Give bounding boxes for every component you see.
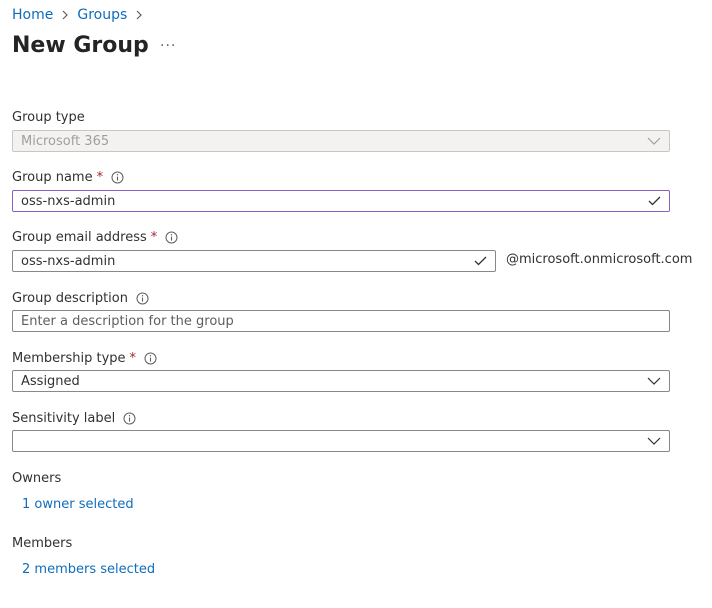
group-type-value: Microsoft 365 [21, 133, 110, 149]
breadcrumb: Home Groups [12, 6, 151, 24]
page-title: New Group [12, 33, 149, 58]
group-name-label: Group name * [12, 168, 124, 186]
required-indicator: * [150, 229, 158, 245]
membership-type-value: Assigned [21, 373, 80, 389]
more-options-button[interactable]: ··· [160, 39, 176, 53]
required-indicator: * [129, 350, 137, 366]
group-name-label-text: Group name [12, 169, 93, 185]
sensitivity-label-dropdown[interactable] [12, 430, 670, 452]
members-label-text: Members [12, 535, 73, 551]
owners-label-text: Owners [12, 470, 62, 486]
checkmark-icon [474, 256, 487, 266]
info-icon[interactable] [136, 292, 149, 305]
group-email-text-input[interactable] [21, 253, 474, 269]
group-type-label-text: Group type [12, 109, 85, 125]
sensitivity-label-label: Sensitivity label [12, 409, 136, 427]
info-icon[interactable] [123, 412, 136, 425]
chevron-down-icon [647, 437, 661, 445]
breadcrumb-home-link[interactable]: Home [12, 7, 53, 23]
required-indicator: * [96, 169, 104, 185]
sensitivity-label-label-text: Sensitivity label [12, 410, 116, 426]
info-icon[interactable] [165, 231, 178, 244]
group-description-label-text: Group description [12, 290, 128, 306]
group-type-label: Group type [12, 108, 85, 126]
group-type-dropdown[interactable]: Microsoft 365 [12, 130, 670, 152]
owners-selected-link[interactable]: 1 owner selected [22, 497, 134, 512]
chevron-right-icon [135, 10, 143, 20]
group-description-label: Group description [12, 289, 149, 307]
group-name-text-input[interactable] [21, 193, 648, 209]
info-icon[interactable] [144, 352, 157, 365]
group-name-input[interactable] [12, 190, 670, 212]
members-selected-link[interactable]: 2 members selected [22, 562, 155, 577]
membership-type-dropdown[interactable]: Assigned [12, 370, 670, 392]
membership-type-label: Membership type * [12, 349, 157, 367]
group-email-label: Group email address * [12, 228, 178, 246]
email-domain-suffix: @microsoft.onmicrosoft.com [506, 252, 693, 267]
breadcrumb-groups-link[interactable]: Groups [77, 7, 127, 23]
group-description-input[interactable] [12, 310, 670, 332]
group-description-text-input[interactable] [21, 313, 661, 329]
checkmark-icon [648, 196, 661, 206]
info-icon[interactable] [111, 171, 124, 184]
chevron-down-icon [647, 377, 661, 385]
group-email-label-text: Group email address [12, 229, 147, 245]
owners-label: Owners [12, 469, 61, 487]
group-email-input[interactable] [12, 250, 496, 272]
chevron-right-icon [61, 10, 69, 20]
membership-type-label-text: Membership type [12, 350, 126, 366]
members-label: Members [12, 534, 72, 552]
chevron-down-icon [647, 137, 661, 145]
